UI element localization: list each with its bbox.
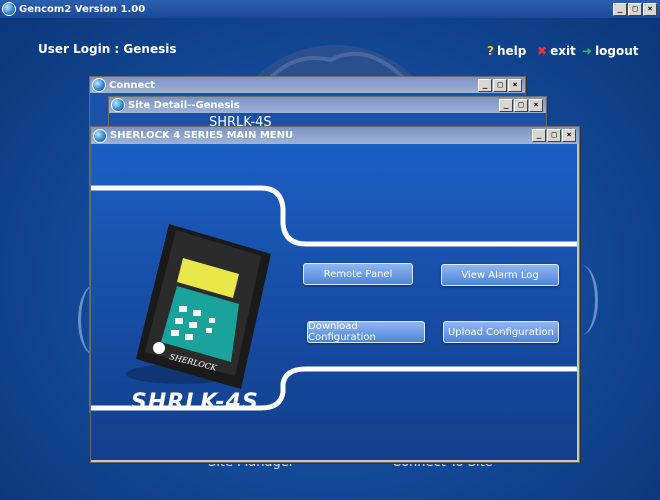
main-menu-window-icon	[93, 128, 107, 143]
main-menu-minimize-button[interactable]: _	[532, 129, 546, 142]
device-model-label: SHRLK-4S	[131, 390, 259, 415]
exit-label: exit	[550, 44, 576, 58]
connect-window-title: Connect	[109, 79, 155, 91]
app-icon	[2, 2, 16, 16]
logout-icon: ➜	[582, 44, 593, 58]
connect-maximize-button[interactable]: □	[493, 78, 507, 92]
app-minimize-button[interactable]: _	[613, 2, 627, 16]
download-configuration-button[interactable]: Download Configuration	[307, 321, 425, 343]
app-title-bar[interactable]: Gencom2 Version 1.00 _ □ ×	[0, 0, 660, 18]
sherlock-device-image: SHERLOCK	[126, 224, 271, 389]
main-menu-window-title: SHERLOCK 4 SERIES MAIN MENU	[110, 130, 294, 141]
site-detail-title-bar[interactable]: Site Detail--Genesis _ □ ×	[109, 97, 546, 113]
user-login-label: User Login : Genesis	[38, 42, 177, 56]
help-icon: ?	[487, 44, 494, 58]
logout-link[interactable]: ➜ logout	[582, 44, 639, 58]
app-maximize-button[interactable]: □	[628, 2, 642, 16]
exit-icon: ✖	[537, 44, 548, 58]
connect-title-bar[interactable]: Connect _ □ ×	[90, 77, 525, 93]
main-menu-window[interactable]: SHERLOCK 4 SERIES MAIN MENU _ □ × SHERLO…	[90, 126, 580, 463]
app-title: Gencom2 Version 1.00	[19, 3, 146, 15]
view-alarm-log-button[interactable]: View Alarm Log	[441, 264, 559, 286]
main-menu-title-bar[interactable]: SHERLOCK 4 SERIES MAIN MENU _ □ ×	[91, 127, 579, 144]
connect-window-icon	[92, 78, 106, 92]
main-menu-maximize-button[interactable]: □	[547, 129, 561, 142]
main-menu-content: SHERLOCK SHRLK-4S Remote Panel View Alar…	[91, 144, 577, 460]
site-detail-maximize-button[interactable]: □	[514, 98, 528, 112]
connect-minimize-button[interactable]: _	[478, 78, 492, 92]
remote-panel-button[interactable]: Remote Panel	[303, 263, 413, 285]
help-label: help	[496, 44, 527, 58]
help-link[interactable]: ? help	[487, 44, 526, 58]
connect-close-button[interactable]: ×	[508, 78, 522, 92]
logout-label: logout	[595, 44, 639, 58]
site-detail-window-icon	[111, 98, 125, 112]
app-close-button[interactable]: ×	[643, 2, 657, 16]
site-detail-minimize-button[interactable]: _	[499, 98, 513, 112]
site-detail-window-title: Site Detail--Genesis	[128, 99, 240, 111]
site-detail-close-button[interactable]: ×	[529, 98, 543, 112]
exit-link[interactable]: ✖ exit	[537, 44, 576, 58]
main-menu-close-button[interactable]: ×	[562, 129, 576, 142]
upload-configuration-button[interactable]: Upload Configuration	[443, 321, 559, 343]
